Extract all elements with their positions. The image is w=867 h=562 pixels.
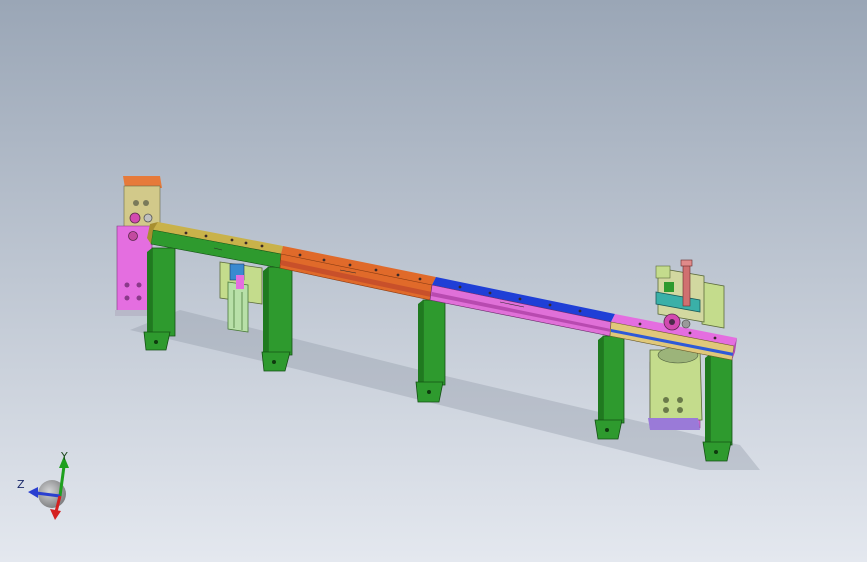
right-head-rod: [682, 261, 691, 307]
triad-z-label: Z: [17, 478, 25, 491]
clamp-fitting: [236, 275, 244, 289]
right-stand-bracket-hole: [663, 397, 669, 403]
leg-2[interactable]: [261, 266, 293, 372]
left-stand-hole: [143, 200, 149, 206]
left-stand-roller: [128, 231, 138, 241]
right-stand-bracket-hole: [663, 407, 669, 413]
leg-4-side: [598, 336, 603, 425]
leg-2-foot: [261, 351, 291, 372]
leg-left-foot-hole: [154, 340, 158, 344]
left-stand-roller: [129, 212, 141, 224]
right-stand-bracket-hole: [677, 397, 683, 403]
left-stand-roller: [143, 213, 153, 223]
leg-3-body: [422, 299, 446, 386]
left-stand-foot: [115, 310, 151, 316]
leg-left-side: [147, 248, 152, 338]
leg-4-body: [602, 335, 625, 424]
left-stand-plate-hole: [124, 282, 130, 288]
left-stand-hole: [133, 200, 139, 206]
leg-left-body: [151, 247, 176, 337]
cad-viewport[interactable]: Y Z: [0, 0, 867, 562]
right-head-roller-2: [681, 319, 691, 329]
right-stand-leg-foot-hole: [714, 450, 718, 454]
leg-2-body: [267, 266, 293, 356]
leg-left[interactable]: [143, 247, 176, 351]
leg-2-foot-hole: [272, 360, 276, 364]
left-stand-upper: [123, 185, 161, 229]
leg-4[interactable]: [594, 335, 625, 440]
leg-3[interactable]: [415, 299, 446, 403]
right-head-rod-cap: [680, 259, 693, 267]
leg-3-side: [418, 300, 423, 388]
leg-2-side: [263, 267, 268, 357]
left-stand-plate-hole: [124, 295, 130, 301]
left-stand-plate-hole: [136, 295, 142, 301]
right-head-block-small: [664, 282, 674, 292]
right-head-roller-hub: [669, 319, 675, 325]
right-head-cap: [655, 265, 671, 279]
left-stand-plate-hole: [136, 282, 142, 288]
triad-y-label: Y: [60, 450, 68, 463]
leg-3-foot-hole: [427, 390, 431, 394]
right-stand-leg: [709, 353, 733, 446]
right-head-block: [701, 281, 725, 329]
right-stand-leg-side: [705, 354, 710, 448]
clamp-rod: [227, 281, 249, 333]
right-stand-bracket-hole: [677, 407, 683, 413]
leg-4-foot-hole: [605, 428, 609, 432]
right-stand-base: [648, 418, 700, 430]
model-canvas[interactable]: Y Z: [0, 0, 867, 562]
